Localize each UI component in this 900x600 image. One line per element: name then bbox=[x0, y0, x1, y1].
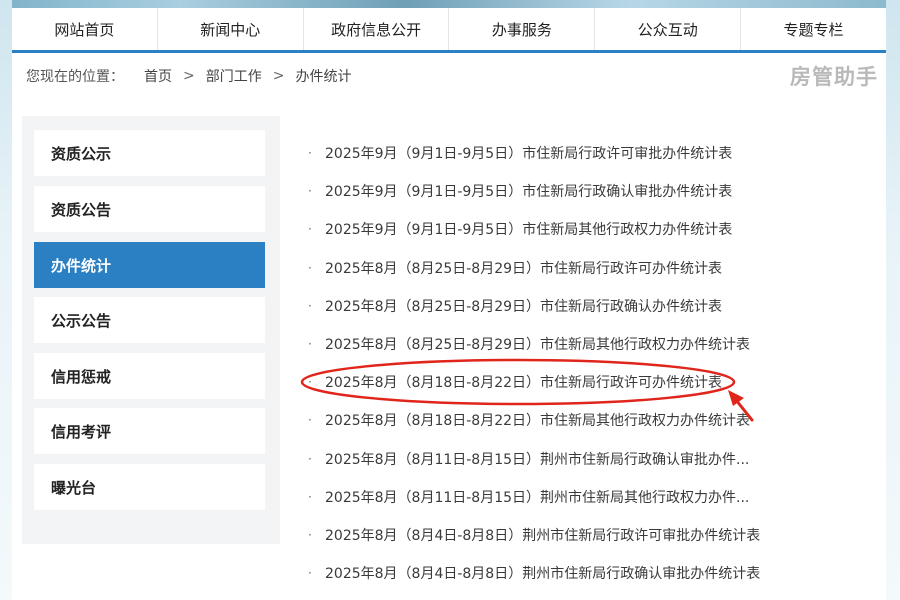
bullet-icon: · bbox=[308, 146, 312, 161]
list-item[interactable]: · 2025年8月（8月4日-8月8日）荆州市住新局行政许可审批办件统计表 bbox=[300, 516, 860, 554]
list-item[interactable]: · 2025年9月（9月1日-9月5日）市住新局行政许可审批办件统计表 bbox=[300, 134, 860, 172]
bullet-icon: · bbox=[308, 184, 312, 199]
breadcrumb-bar: 您现在的位置： 首页 > 部门工作 > 办件统计 房管助手 bbox=[12, 53, 886, 99]
list-item-link[interactable]: 2025年8月（8月18日-8月22日）市住新局行政许可办件统计表 bbox=[325, 372, 722, 392]
nav-services[interactable]: 办事服务 bbox=[449, 8, 596, 50]
breadcrumb-home[interactable]: 首页 bbox=[144, 66, 172, 86]
list-item-link[interactable]: 2025年8月（8月11日-8月15日）荆州市住新局行政确认审批办件... bbox=[325, 449, 749, 469]
bullet-icon: · bbox=[308, 260, 312, 275]
watermark-brand: 房管助手 bbox=[790, 64, 878, 89]
list-item-link[interactable]: 2025年8月（8月4日-8月8日）荆州市住新局行政许可审批办件统计表 bbox=[325, 525, 760, 545]
breadcrumb-current[interactable]: 办件统计 bbox=[295, 66, 351, 86]
sidebar-item[interactable]: 公示公告 bbox=[34, 297, 265, 343]
document-list: · 2025年9月（9月1日-9月5日）市住新局行政许可审批办件统计表 · 2025年… bbox=[300, 134, 860, 592]
nav-special-topics[interactable]: 专题专栏 bbox=[741, 8, 886, 50]
list-item[interactable]: · 2025年8月（8月25日-8月29日）市住新局行政确认办件统计表 bbox=[300, 287, 860, 325]
bullet-icon: · bbox=[308, 337, 312, 352]
sidebar-item[interactable]: 办件统计 bbox=[34, 242, 265, 288]
sidebar: 资质公示资质公告办件统计公示公告信用惩戒信用考评曝光台 bbox=[22, 116, 280, 544]
list-item[interactable]: · 2025年8月（8月4日-8月8日）荆州市住新局行政确认审批办件统计表 bbox=[300, 554, 860, 592]
sidebar-item[interactable]: 信用惩戒 bbox=[34, 353, 265, 399]
list-item-link[interactable]: 2025年9月（9月1日-9月5日）市住新局行政确认审批办件统计表 bbox=[325, 181, 732, 201]
list-item-link[interactable]: 2025年8月（8月25日-8月29日）市住新局其他行政权力办件统计表 bbox=[325, 334, 750, 354]
bullet-icon: · bbox=[308, 527, 312, 542]
list-item-link[interactable]: 2025年9月（9月1日-9月5日）市住新局行政许可审批办件统计表 bbox=[325, 143, 732, 163]
list-item[interactable]: · 2025年9月（9月1日-9月5日）市住新局其他行政权力办件统计表 bbox=[300, 210, 860, 248]
list-item[interactable]: · 2025年9月（9月1日-9月5日）市住新局行政确认审批办件统计表 bbox=[300, 172, 860, 210]
list-item-link[interactable]: 2025年8月（8月25日-8月29日）市住新局行政许可办件统计表 bbox=[325, 258, 722, 278]
banner-strip bbox=[0, 0, 900, 8]
bullet-icon: · bbox=[308, 489, 312, 504]
breadcrumb-department-work[interactable]: 部门工作 bbox=[206, 66, 262, 86]
page-edge-left bbox=[0, 0, 12, 600]
bullet-icon: · bbox=[308, 451, 312, 466]
bullet-icon: · bbox=[308, 298, 312, 313]
list-item[interactable]: · 2025年8月（8月25日-8月29日）市住新局其他行政权力办件统计表 bbox=[300, 325, 860, 363]
nav-home[interactable]: 网站首页 bbox=[12, 8, 158, 50]
sidebar-item[interactable]: 信用考评 bbox=[34, 408, 265, 454]
bullet-icon: · bbox=[308, 222, 312, 237]
list-item-link[interactable]: 2025年8月（8月25日-8月29日）市住新局行政确认办件统计表 bbox=[325, 296, 722, 316]
list-item-link[interactable]: 2025年8月（8月18日-8月22日）市住新局其他行政权力办件统计表 bbox=[325, 410, 750, 430]
list-item-link[interactable]: 2025年9月（9月1日-9月5日）市住新局其他行政权力办件统计表 bbox=[325, 219, 732, 239]
sidebar-item[interactable]: 资质公告 bbox=[34, 186, 265, 232]
page-edge-right bbox=[886, 0, 900, 600]
breadcrumb: 您现在的位置： 首页 > 部门工作 > 办件统计 bbox=[26, 53, 351, 98]
list-item[interactable]: · 2025年8月（8月18日-8月22日）市住新局行政许可办件统计表 bbox=[300, 363, 860, 401]
list-item[interactable]: · 2025年8月（8月25日-8月29日）市住新局行政许可办件统计表 bbox=[300, 249, 860, 287]
sidebar-item[interactable]: 资质公示 bbox=[34, 130, 265, 176]
bullet-icon: · bbox=[308, 566, 312, 581]
sidebar-item[interactable]: 曝光台 bbox=[34, 464, 265, 510]
list-item[interactable]: · 2025年8月（8月11日-8月15日）荆州市住新局行政确认审批办件... bbox=[300, 440, 860, 478]
list-item-link[interactable]: 2025年8月（8月4日-8月8日）荆州市住新局行政确认审批办件统计表 bbox=[325, 563, 760, 583]
breadcrumb-label: 您现在的位置： bbox=[26, 68, 124, 85]
nav-news-center[interactable]: 新闻中心 bbox=[158, 8, 304, 50]
list-item[interactable]: · 2025年8月（8月11日-8月15日）荆州市住新局其他行政权力办件... bbox=[300, 478, 860, 516]
list-item-link[interactable]: 2025年8月（8月11日-8月15日）荆州市住新局其他行政权力办件... bbox=[325, 487, 749, 507]
main-nav: 网站首页 新闻中心 政府信息公开 办事服务 公众互动 专题专栏 bbox=[12, 8, 886, 53]
breadcrumb-separator: > bbox=[183, 67, 195, 84]
bullet-icon: · bbox=[308, 375, 312, 390]
breadcrumb-separator: > bbox=[272, 67, 285, 84]
nav-gov-info[interactable]: 政府信息公开 bbox=[304, 8, 450, 50]
nav-interaction[interactable]: 公众互动 bbox=[595, 8, 742, 50]
list-item[interactable]: · 2025年8月（8月18日-8月22日）市住新局其他行政权力办件统计表 bbox=[300, 401, 860, 439]
bullet-icon: · bbox=[308, 413, 312, 428]
